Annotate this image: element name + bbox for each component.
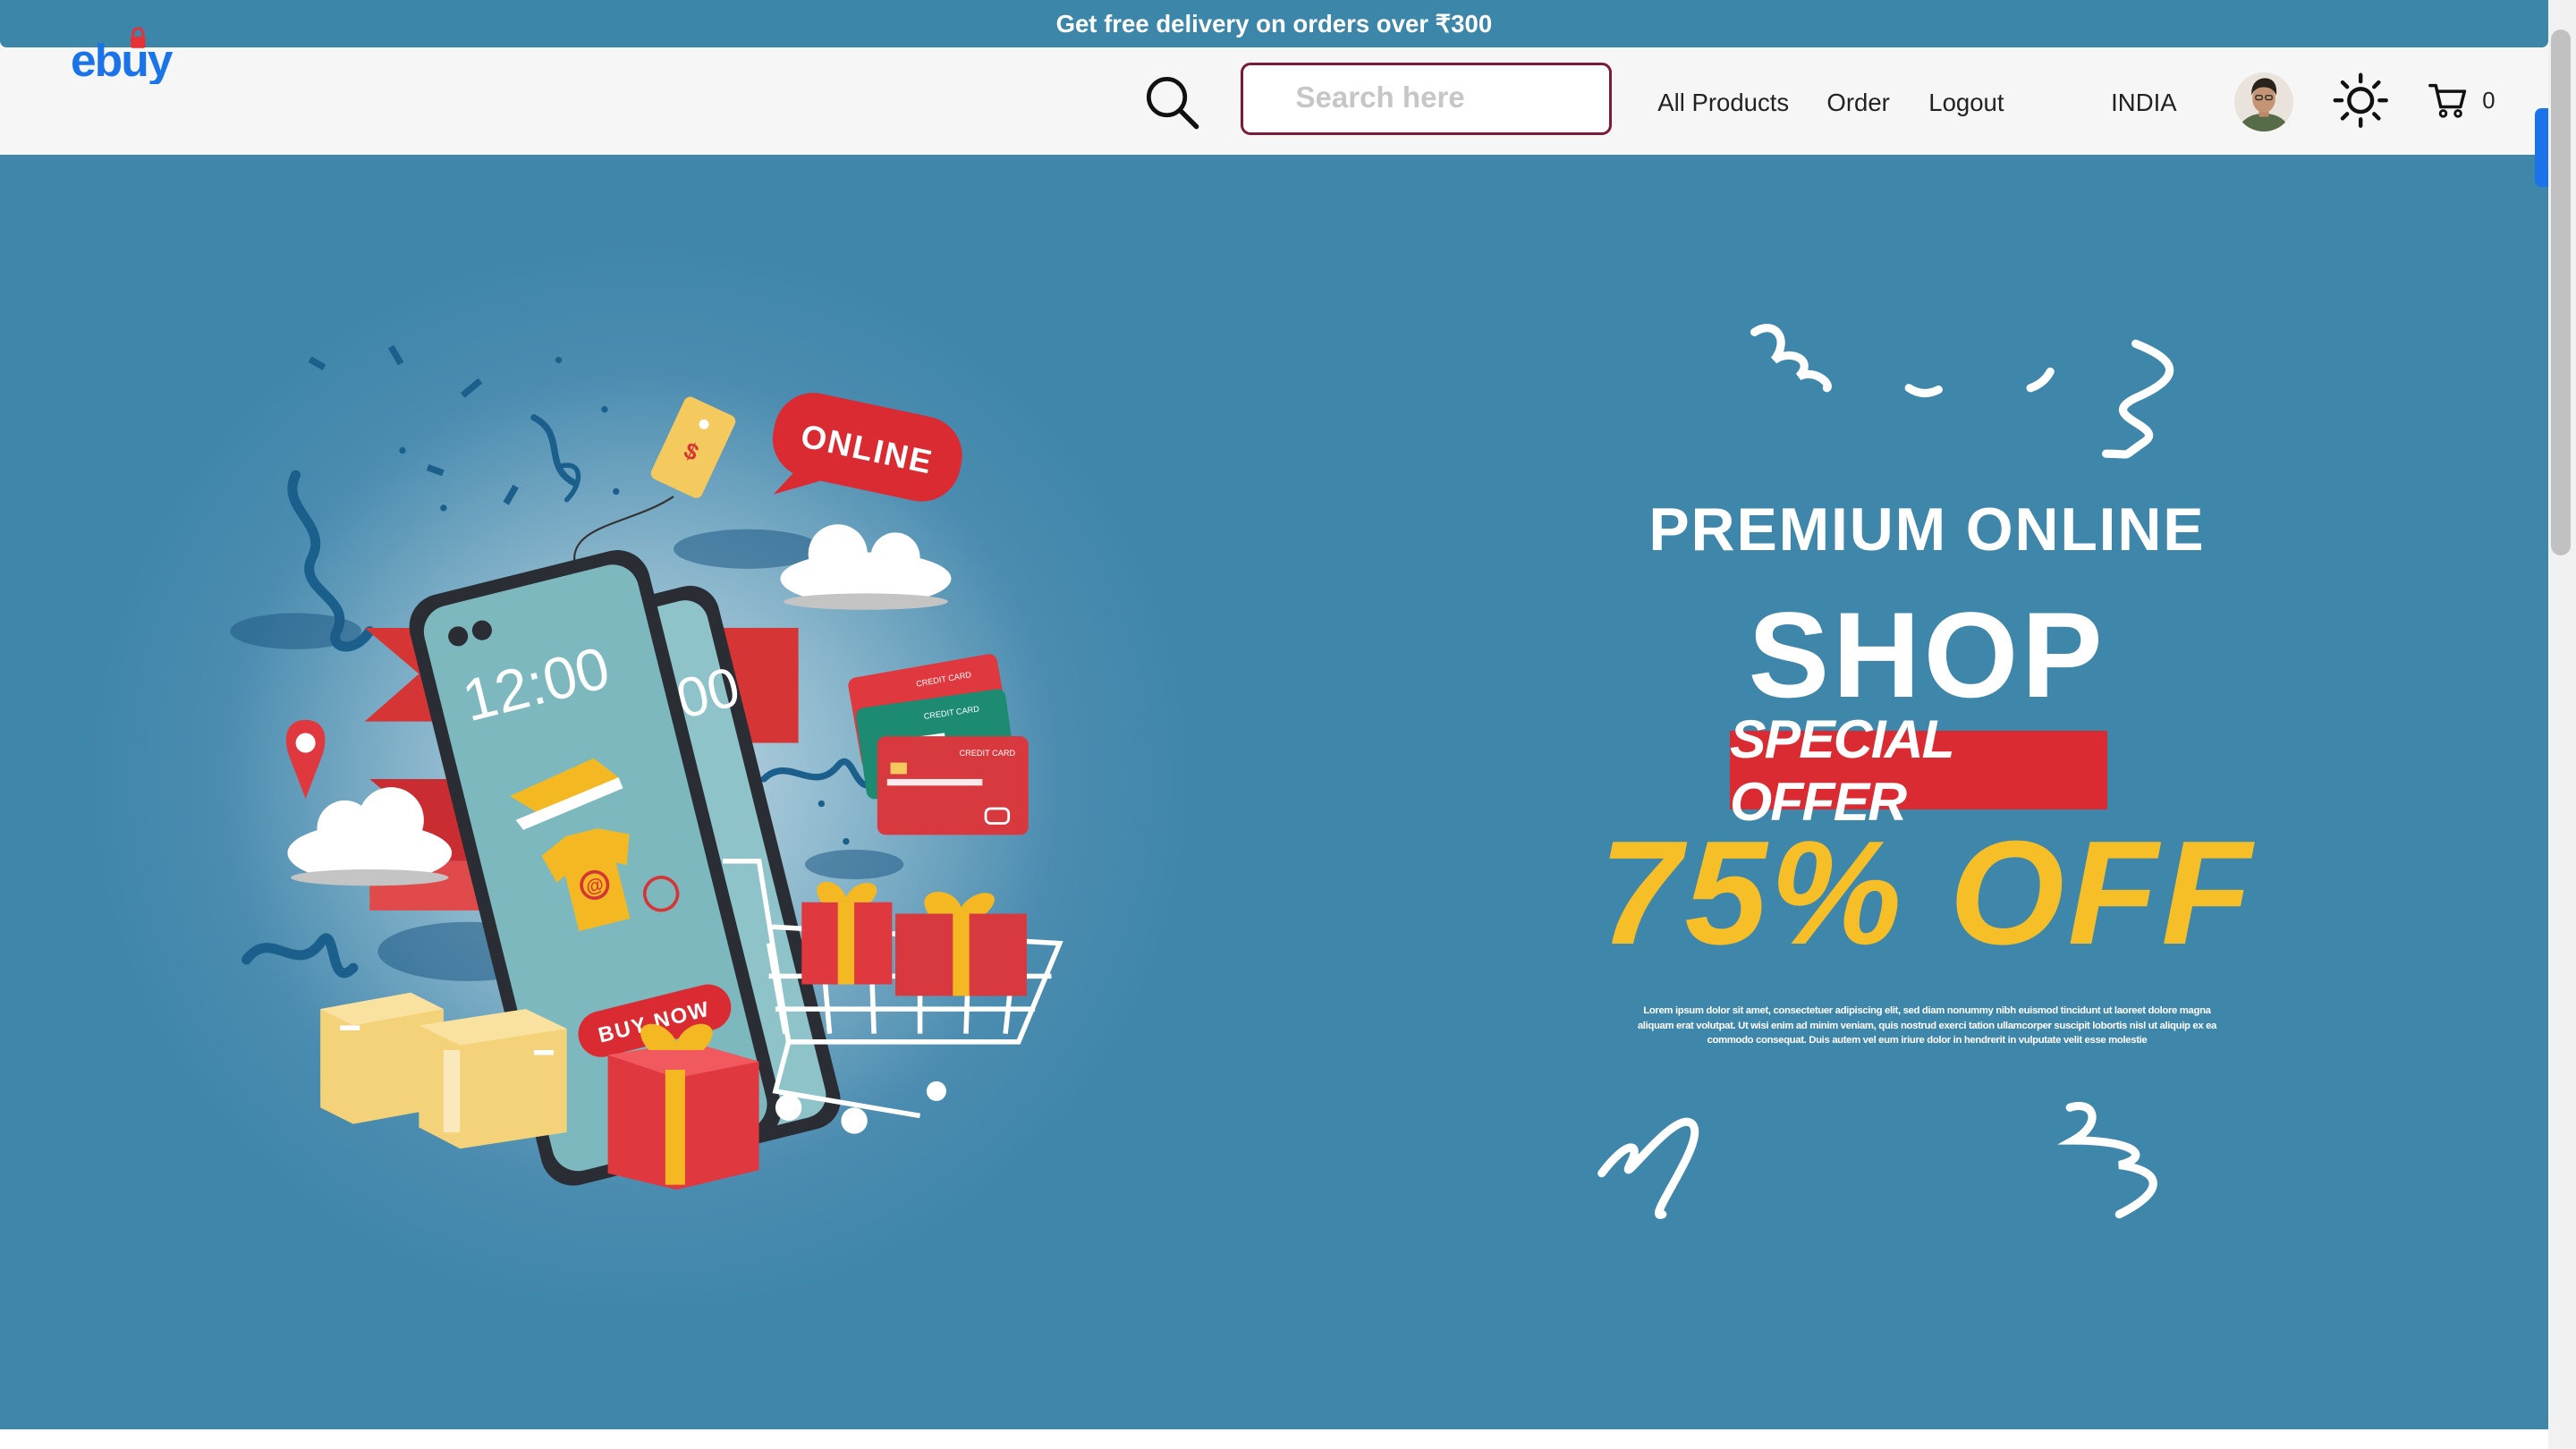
avatar[interactable] [2233, 72, 2294, 131]
promo-text: Get free delivery on orders over ₹300 [1055, 9, 1493, 38]
sun-icon[interactable] [2333, 72, 2388, 128]
hero-description: Lorem ipsum dolor sit amet, consectetuer… [1637, 1005, 2217, 1046]
special-offer-badge: SPECIAL OFFER [1730, 708, 2108, 832]
discount-text: 75% OFF [1598, 809, 2255, 976]
search-icon[interactable] [1142, 72, 1201, 131]
card-label-3: CREDIT CARD [960, 749, 1016, 758]
nav-order[interactable]: Order [1826, 89, 1889, 117]
cart-icon[interactable] [2428, 82, 2468, 118]
scrollbar-thumb[interactable] [2551, 30, 2572, 555]
scroll-indicator [2535, 108, 2548, 188]
promo-banner: Get free delivery on orders over ₹300 [0, 0, 2548, 48]
country-selector[interactable]: INDIA [2111, 89, 2176, 117]
ebuy-logo[interactable]: ebuy [71, 25, 176, 84]
hero-headline-line2: SHOP [1748, 586, 2106, 723]
hero-headline-line1: PREMIUM ONLINE [1648, 495, 2206, 564]
cart-count: 0 [2482, 89, 2496, 114]
logo-text: ebuy [71, 33, 174, 83]
nav-logout[interactable]: Logout [1928, 89, 2004, 117]
search-input[interactable] [1240, 62, 1612, 135]
hero-banner[interactable]: $ ONLINE CREDIT CARD CREDIT CARD CREDIT … [0, 154, 2548, 1429]
shopping-illustration: $ ONLINE CREDIT CARD CREDIT CARD CREDIT … [230, 323, 2174, 1219]
nav-all-products[interactable]: All Products [1657, 89, 1789, 117]
